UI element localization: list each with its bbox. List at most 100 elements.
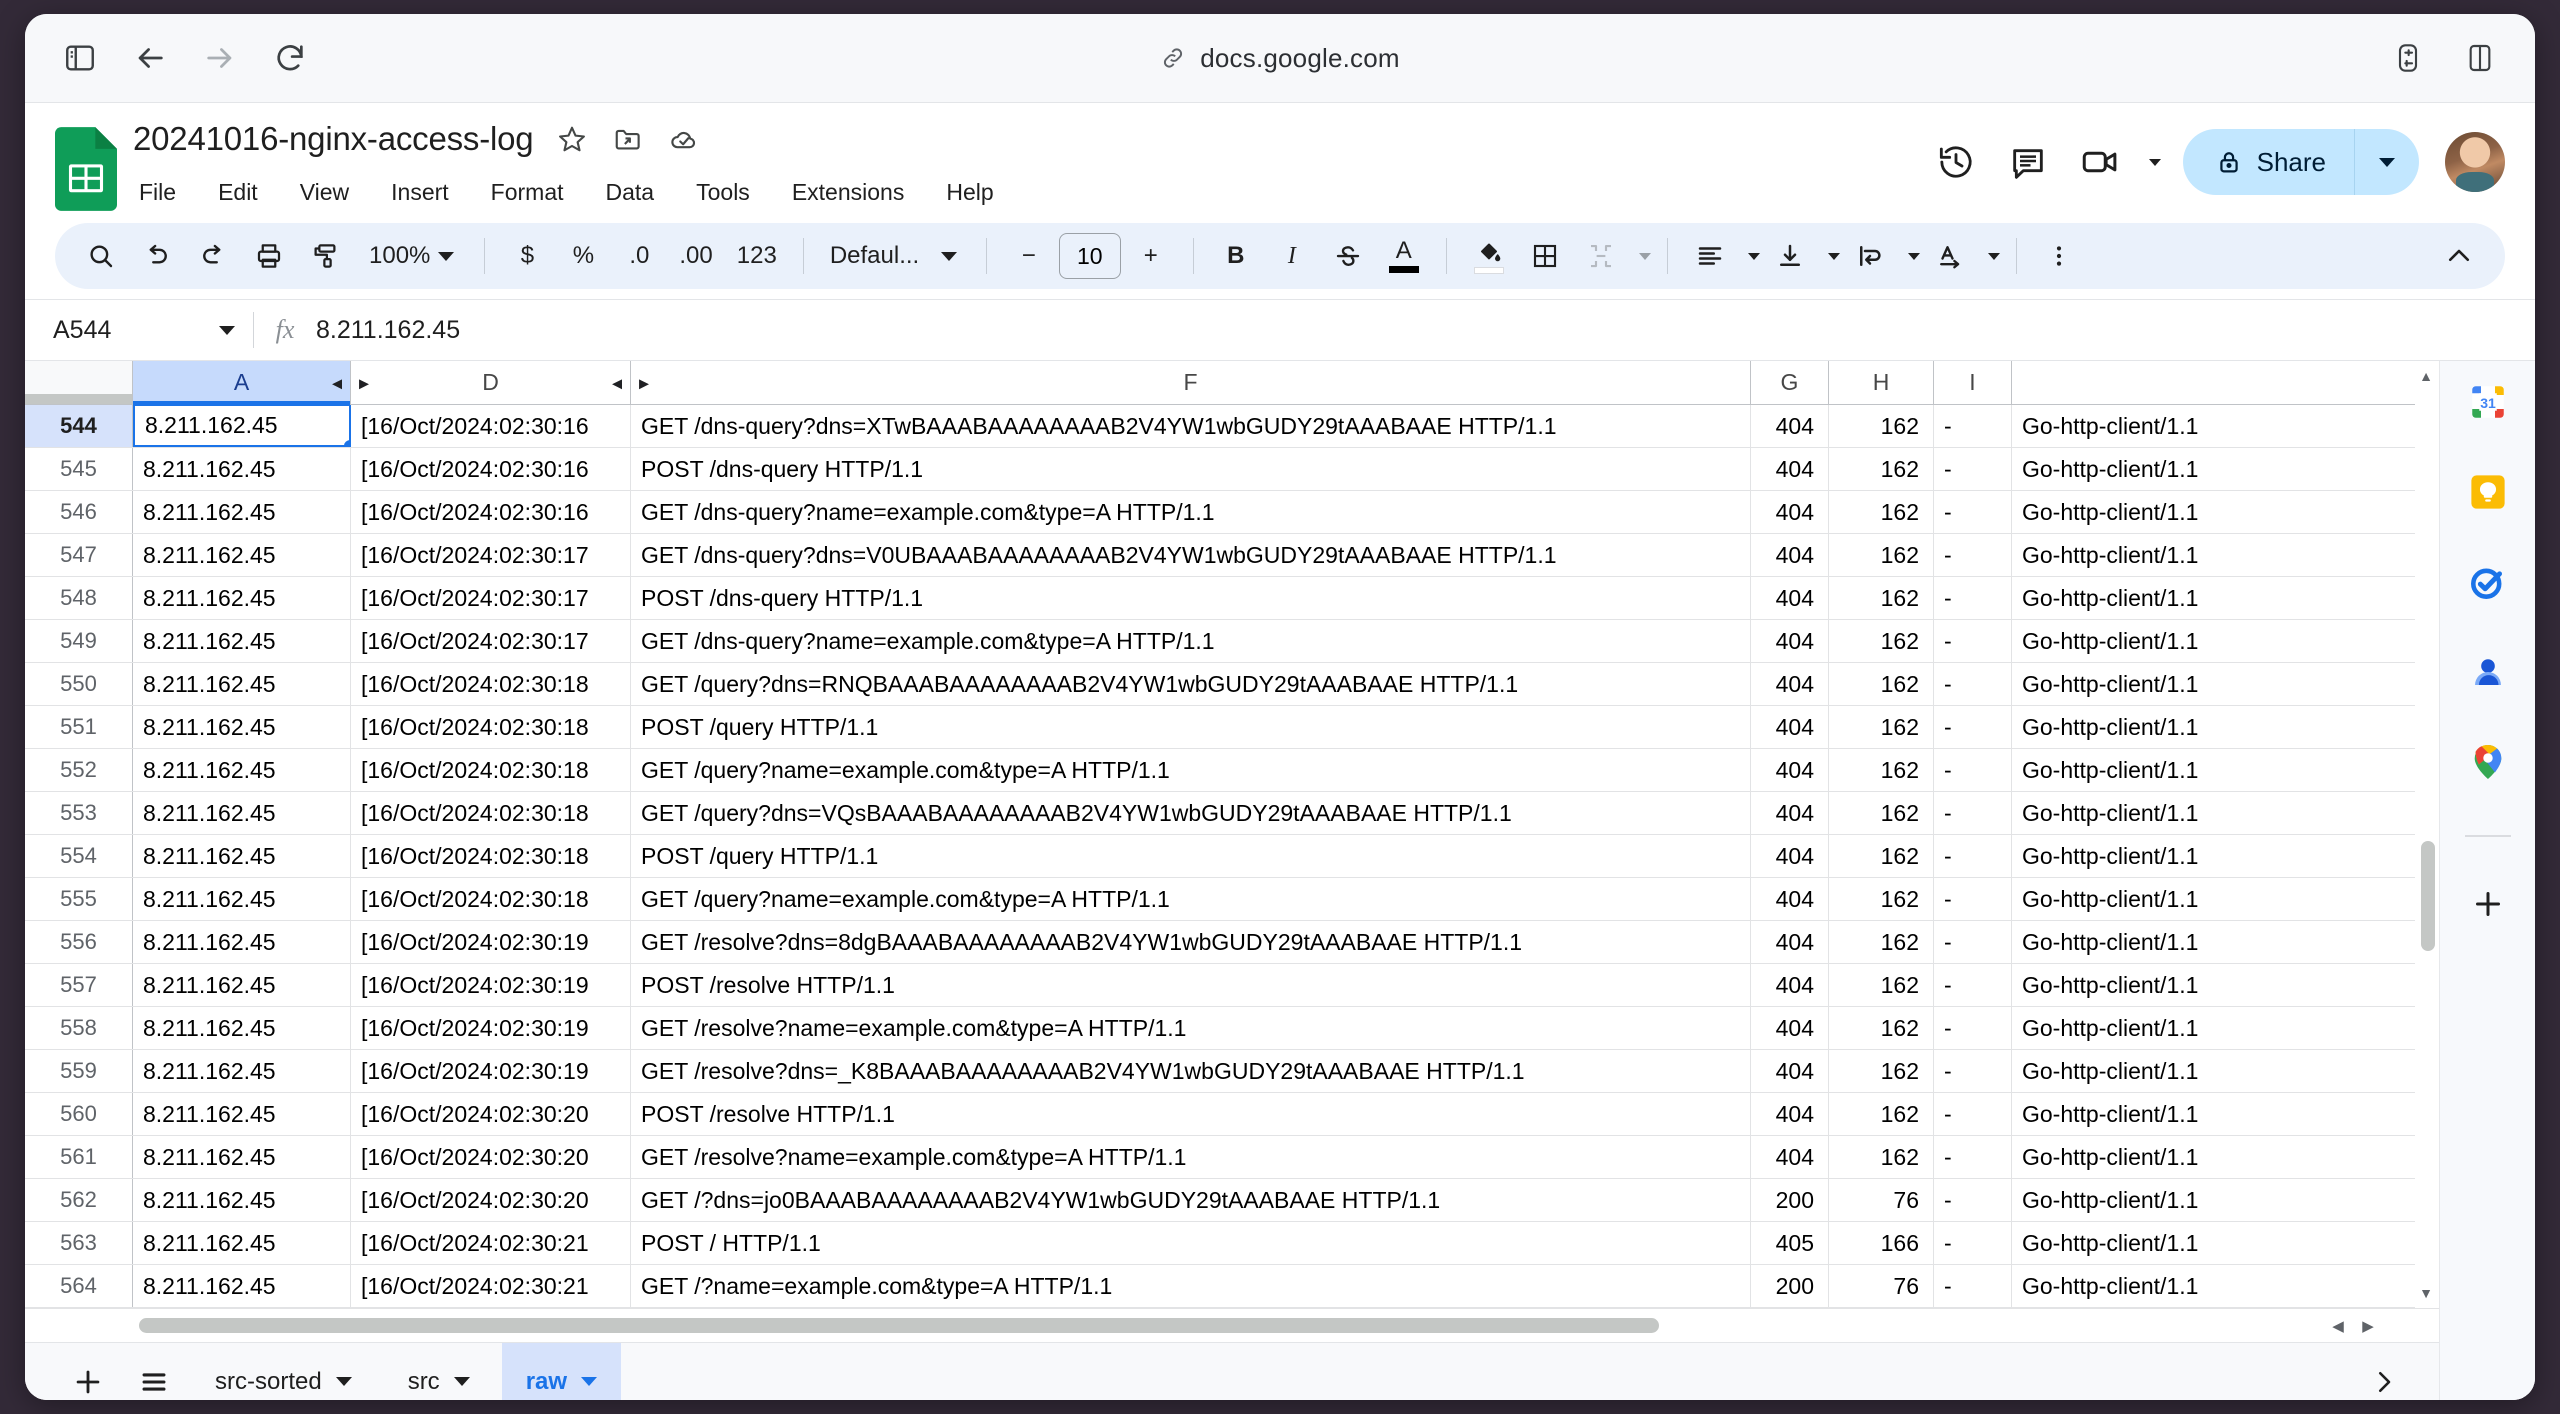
back-icon[interactable]	[123, 31, 177, 85]
cell-col-f[interactable]: GET /dns-query?dns=V0UBAAABAAAAAAAAB2V4Y…	[631, 534, 1751, 576]
cell-col-j[interactable]: Go-http-client/1.1	[2012, 1136, 2439, 1178]
cell-col-i[interactable]: -	[1934, 1007, 2012, 1049]
cell-col-a[interactable]: 8.211.162.45	[133, 491, 351, 533]
cell-col-d[interactable]: [16/Oct/2024:02:30:17	[351, 620, 631, 662]
cell-col-a[interactable]: 8.211.162.45	[133, 1007, 351, 1049]
undo-icon[interactable]	[131, 230, 183, 282]
cell-col-i[interactable]: -	[1934, 1050, 2012, 1092]
menu-view[interactable]: View	[294, 173, 355, 211]
table-row[interactable]: 549 8.211.162.45 [16/Oct/2024:02:30:17 GET …	[25, 620, 2439, 663]
print-icon[interactable]	[243, 230, 295, 282]
cell-col-f[interactable]: GET /resolve?name=example.com&type=A HTT…	[631, 1136, 1751, 1178]
column-header-a[interactable]: A ◂	[133, 361, 351, 405]
row-header[interactable]: 545	[25, 448, 133, 490]
cell-col-h[interactable]: 162	[1829, 534, 1934, 576]
menu-format[interactable]: Format	[485, 173, 570, 211]
row-header[interactable]: 561	[25, 1136, 133, 1178]
cell-col-d[interactable]: [16/Oct/2024:02:30:21	[351, 1222, 631, 1264]
cell-col-a[interactable]: 8.211.162.45	[133, 921, 351, 963]
calendar-icon[interactable]: 31	[2465, 379, 2511, 425]
cell-col-j[interactable]: Go-http-client/1.1	[2012, 964, 2439, 1006]
hidden-columns-right-arrow-e[interactable]: ▸	[639, 370, 649, 395]
cell-col-i[interactable]: -	[1934, 1265, 2012, 1307]
cell-col-j[interactable]: Go-http-client/1.1	[2012, 491, 2439, 533]
cell-col-h[interactable]: 162	[1829, 1007, 1934, 1049]
cell-col-i[interactable]: -	[1934, 448, 2012, 490]
select-all-corner[interactable]	[25, 361, 133, 404]
cell-col-h[interactable]: 162	[1829, 964, 1934, 1006]
cell-col-i[interactable]: -	[1934, 792, 2012, 834]
row-header[interactable]: 562	[25, 1179, 133, 1221]
cell-col-i[interactable]: -	[1934, 749, 2012, 791]
currency-format-button[interactable]: $	[501, 230, 553, 282]
cell-col-d[interactable]: [16/Oct/2024:02:30:19	[351, 1007, 631, 1049]
paint-format-icon[interactable]	[299, 230, 351, 282]
valign-caret[interactable]	[1827, 252, 1840, 260]
row-header[interactable]: 544	[25, 405, 133, 447]
cell-col-h[interactable]: 76	[1829, 1179, 1934, 1221]
font-family-select[interactable]: Defaul...	[820, 230, 970, 282]
menu-extensions[interactable]: Extensions	[786, 173, 911, 211]
cell-col-a[interactable]: 8.211.162.45	[133, 448, 351, 490]
cell-col-i[interactable]: -	[1934, 964, 2012, 1006]
forward-icon[interactable]	[193, 31, 247, 85]
meet-icon[interactable]	[2069, 131, 2131, 193]
table-row[interactable]: 546 8.211.162.45 [16/Oct/2024:02:30:16 GET …	[25, 491, 2439, 534]
cell-col-h[interactable]: 162	[1829, 448, 1934, 490]
table-row[interactable]: 551 8.211.162.45 [16/Oct/2024:02:30:18 POST…	[25, 706, 2439, 749]
cell-col-h[interactable]: 162	[1829, 663, 1934, 705]
cell-col-f[interactable]: POST / HTTP/1.1	[631, 1222, 1751, 1264]
cell-col-j[interactable]: Go-http-client/1.1	[2012, 1265, 2439, 1307]
cell-col-d[interactable]: [16/Oct/2024:02:30:18	[351, 835, 631, 877]
cell-col-f[interactable]: POST /resolve HTTP/1.1	[631, 964, 1751, 1006]
page-title[interactable]: 20241016-nginx-access-log	[133, 119, 534, 159]
cell-col-f[interactable]: POST /dns-query HTTP/1.1	[631, 577, 1751, 619]
cell-col-f[interactable]: GET /resolve?name=example.com&type=A HTT…	[631, 1007, 1751, 1049]
cell-col-d[interactable]: [16/Oct/2024:02:30:20	[351, 1093, 631, 1135]
scroll-up-icon[interactable]: ▲	[2417, 367, 2435, 385]
cell-col-d[interactable]: [16/Oct/2024:02:30:20	[351, 1179, 631, 1221]
cell-col-d[interactable]: [16/Oct/2024:02:30:18	[351, 878, 631, 920]
cell-col-h[interactable]: 162	[1829, 491, 1934, 533]
row-header[interactable]: 551	[25, 706, 133, 748]
table-row[interactable]: 559 8.211.162.45 [16/Oct/2024:02:30:19 GET …	[25, 1050, 2439, 1093]
cell-col-j[interactable]: Go-http-client/1.1	[2012, 1179, 2439, 1221]
cell-col-f[interactable]: GET /dns-query?name=example.com&type=A H…	[631, 620, 1751, 662]
cell-col-d[interactable]: [16/Oct/2024:02:30:19	[351, 1050, 631, 1092]
cell-col-f[interactable]: GET /query?dns=VQsBAAABAAAAAAAAB2V4YW1wb…	[631, 792, 1751, 834]
halign-caret[interactable]	[1747, 252, 1760, 260]
tab-overview-icon[interactable]	[2453, 31, 2507, 85]
zoom-control[interactable]: 100%	[355, 230, 468, 282]
cell-col-j[interactable]: Go-http-client/1.1	[2012, 663, 2439, 705]
cell-col-i[interactable]: -	[1934, 1222, 2012, 1264]
vertical-scrollbar[interactable]: ▲ ▼	[2415, 361, 2439, 1308]
cell-col-g[interactable]: 405	[1751, 1222, 1829, 1264]
cell-col-i[interactable]: -	[1934, 835, 2012, 877]
cell-col-j[interactable]: Go-http-client/1.1	[2012, 448, 2439, 490]
increase-decimal-button[interactable]: .00	[669, 230, 722, 282]
cell-col-a[interactable]: 8.211.162.45	[133, 663, 351, 705]
cell-col-d[interactable]: [16/Oct/2024:02:30:18	[351, 749, 631, 791]
row-header[interactable]: 563	[25, 1222, 133, 1264]
cell-col-f[interactable]: GET /resolve?dns=_K8BAAABAAAAAAAAB2V4YW1…	[631, 1050, 1751, 1092]
cell-col-f[interactable]: POST /query HTTP/1.1	[631, 835, 1751, 877]
table-row[interactable]: 552 8.211.162.45 [16/Oct/2024:02:30:18 GET …	[25, 749, 2439, 792]
cell-col-g[interactable]: 404	[1751, 577, 1829, 619]
cell-col-i[interactable]: -	[1934, 534, 2012, 576]
reload-icon[interactable]	[263, 31, 317, 85]
hidden-columns-left-arrow[interactable]: ◂	[332, 370, 342, 395]
table-row[interactable]: 550 8.211.162.45 [16/Oct/2024:02:30:18 GET …	[25, 663, 2439, 706]
cell-col-g[interactable]: 404	[1751, 620, 1829, 662]
sheet-tab-caret[interactable]	[453, 1377, 470, 1386]
cell-col-j[interactable]: Go-http-client/1.1	[2012, 577, 2439, 619]
column-header-d[interactable]: D ▸ ◂	[351, 361, 631, 404]
cell-col-g[interactable]: 404	[1751, 1050, 1829, 1092]
table-row[interactable]: 564 8.211.162.45 [16/Oct/2024:02:30:21 GET …	[25, 1265, 2439, 1308]
cell-col-h[interactable]: 162	[1829, 749, 1934, 791]
cell-col-g[interactable]: 404	[1751, 878, 1829, 920]
table-row[interactable]: 545 8.211.162.45 [16/Oct/2024:02:30:16 POST…	[25, 448, 2439, 491]
cell-col-h[interactable]: 162	[1829, 620, 1934, 662]
cell-col-a[interactable]: 8.211.162.45	[133, 878, 351, 920]
cell-col-d[interactable]: [16/Oct/2024:02:30:16	[351, 448, 631, 490]
cell-col-d[interactable]: [16/Oct/2024:02:30:18	[351, 706, 631, 748]
